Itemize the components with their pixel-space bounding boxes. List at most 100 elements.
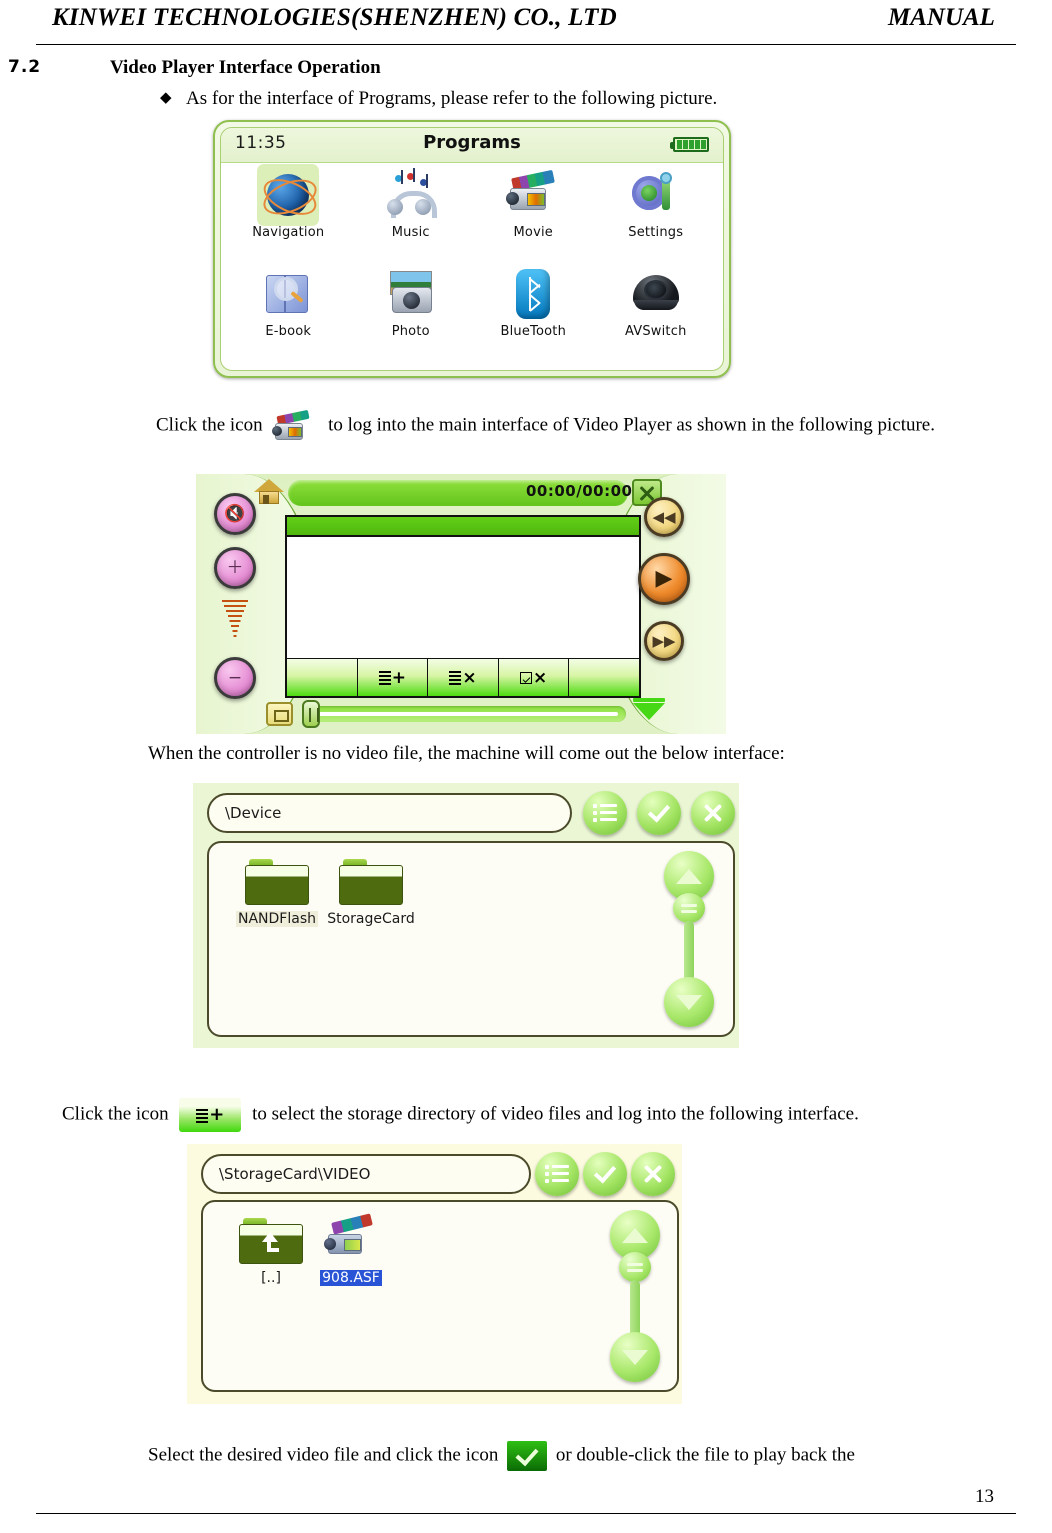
paragraph-select-video-file: Select the desired video file and click … [148,1441,1010,1471]
list-icon [545,1165,569,1183]
header-company-name: KINWEI TECHNOLOGIES(SHENZHEN) CO., LTD [52,4,617,31]
app-label: Navigation [252,225,325,240]
app-icon-navigation[interactable]: Navigation [227,166,350,265]
clear-selected-button[interactable]: × [498,659,570,696]
app-label: Music [391,225,430,240]
confirm-button[interactable] [637,791,681,835]
checkbox-icon [519,671,532,684]
folder-icon [339,859,403,907]
camera-icon [384,267,438,321]
header-divider [36,44,1016,45]
list-item[interactable]: StorageCard [321,859,421,928]
app-icon-bluetooth[interactable]: BlueTooth [472,265,595,364]
camcorder-film-icon [272,409,317,441]
list-view-button[interactable] [535,1152,579,1196]
volume-down-button[interactable]: − [214,657,256,699]
gear-wrench-icon [629,168,683,222]
diamond-bullet-icon: ◆ [160,90,172,106]
mute-icon: 🔇 [224,503,246,524]
list-icon [449,671,462,685]
progress-slider[interactable] [306,706,626,722]
scrollbar-track[interactable] [630,1280,640,1338]
app-label: E-book [265,324,312,339]
app-label: Settings [628,225,684,240]
programs-screen-image: 11:35 Programs Navigation Music Movie Se… [213,120,731,378]
app-icon-avswitch[interactable]: AVSwitch [595,265,718,364]
minus-icon: − [227,667,243,688]
add-to-list-button[interactable]: + [357,659,429,696]
confirm-button[interactable] [583,1152,627,1196]
scroll-down-icon[interactable] [610,1332,660,1382]
app-icon-settings[interactable]: Settings [595,166,718,265]
app-icon-ebook[interactable]: E-book [227,265,350,364]
document-page: KINWEI TECHNOLOGIES(SHENZHEN) CO., LTD M… [0,0,1052,1533]
rewind-icon: ◀◀ [652,507,676,526]
scrollbar-track[interactable] [684,921,694,981]
app-label: AVSwitch [624,324,687,339]
player-playlist-header [287,517,639,537]
forward-button[interactable]: ▶▶ [644,621,684,661]
cancel-button[interactable] [631,1152,675,1196]
paragraph-text: to select the storage directory of video… [252,1103,859,1125]
remove-from-list-label: × [462,667,477,688]
paragraph-no-video-file: When the controller is no video file, th… [148,743,785,764]
app-label: BlueTooth [500,324,567,339]
paragraph-text: Click the icon [62,1103,169,1125]
app-icon-photo[interactable]: Photo [350,265,473,364]
list-icon [593,804,617,822]
volume-up-button[interactable]: ＋ [214,547,256,589]
scrollbar[interactable] [607,1210,663,1382]
blank-cell [569,659,639,696]
music-note-headphones-icon [384,168,438,222]
paragraph-click-movie-icon: Click the icon to log into the main inte… [156,409,1008,441]
collapse-down-icon[interactable] [633,703,665,720]
app-icon-music[interactable]: Music [350,166,473,265]
fullscreen-icon[interactable] [266,702,293,726]
bluetooth-icon [506,267,560,321]
mute-button[interactable]: 🔇 [214,493,256,535]
check-icon [593,1164,617,1184]
book-magnifier-icon [261,267,315,321]
check-icon [507,1441,548,1471]
scrollbar[interactable] [661,851,717,1027]
paragraph-text: Click the icon [156,414,263,436]
app-label: Movie [513,225,553,240]
programs-icon-grid: Navigation Music Movie Settings E-book P… [221,162,723,370]
fast-forward-icon: ▶▶ [652,631,676,650]
paragraph-text: or double-click the file to play back th… [555,1444,855,1466]
blank-cell [287,659,358,696]
list-item[interactable]: 908.ASF [301,1213,401,1287]
programs-title: Programs [423,132,521,153]
video-player-screen-image: 00:00/00:00 + × × 🔇 ＋ − ◀◀ ▶ ▶▶ [196,474,726,734]
rewind-button[interactable]: ◀◀ [644,497,684,537]
list-item[interactable]: NANDFlash [227,859,327,928]
list-view-button[interactable] [583,791,627,835]
add-to-list-label: + [391,667,407,688]
remove-from-list-button[interactable]: × [428,659,499,696]
list-item-label: StorageCard [327,911,415,927]
section-number: 7.2 [8,57,42,77]
file-list-pane: [..] 908.ASF [201,1200,679,1392]
play-button[interactable]: ▶ [638,553,690,605]
page-header: KINWEI TECHNOLOGIES(SHENZHEN) CO., LTD M… [0,0,1052,46]
cancel-button[interactable] [691,791,735,835]
dome-camera-icon [629,267,683,321]
check-icon [647,803,671,823]
scroll-down-icon[interactable] [664,977,714,1027]
paragraph-click-listplus-icon: Click the icon + to select the storage d… [62,1098,1012,1132]
bullet-item: ◆ As for the interface of Programs, pleas… [160,88,920,110]
scroll-thumb-icon[interactable] [619,1252,651,1282]
scroll-thumb-icon[interactable] [673,893,705,923]
paragraph-text: to log into the main interface of Video … [328,414,935,436]
list-item-label: [..] [261,1270,281,1286]
device-browser-image: \Device NANDFlash StorageCard [193,783,739,1048]
progress-slider-handle[interactable] [302,700,320,728]
path-field[interactable]: \Device [207,793,572,833]
player-playlist-toolbar: + × × [287,658,639,696]
path-field[interactable]: \StorageCard\VIDEO [201,1154,531,1194]
app-label: Photo [391,324,430,339]
play-icon: ▶ [655,566,673,591]
home-icon[interactable] [254,479,284,505]
video-browser-image: \StorageCard\VIDEO [..] 908.ASF [187,1144,682,1404]
app-icon-movie[interactable]: Movie [472,166,595,265]
